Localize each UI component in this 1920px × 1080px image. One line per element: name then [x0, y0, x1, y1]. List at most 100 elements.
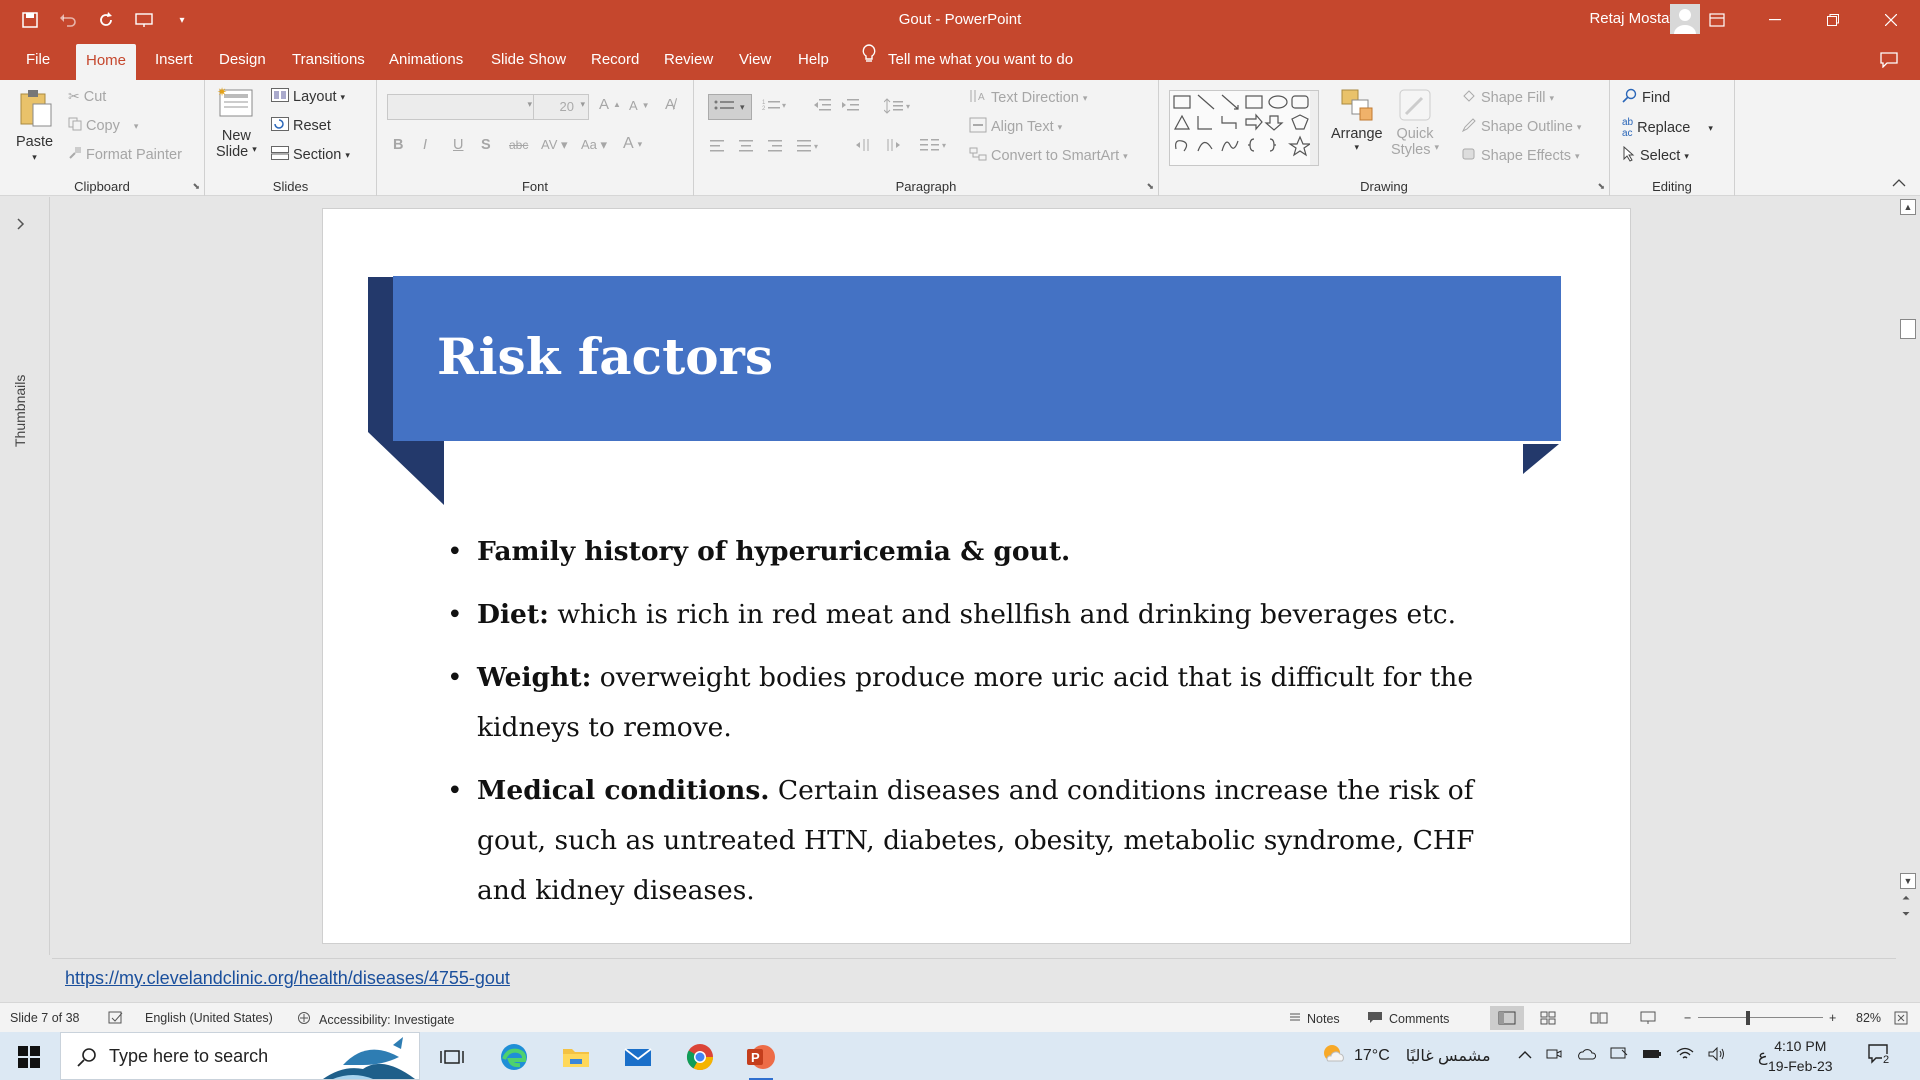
tab-help[interactable]: Help — [788, 40, 839, 80]
previous-slide-icon[interactable]: ⏶ — [1902, 893, 1910, 904]
scroll-up-button[interactable]: ▲ — [1900, 199, 1916, 215]
select-button[interactable]: Select ▾ — [1622, 145, 1689, 166]
bullets-button[interactable]: ▾ — [708, 94, 752, 120]
convert-smartart-button[interactable]: Convert to SmartArt ▾ — [969, 146, 1128, 166]
tab-record[interactable]: Record — [581, 40, 649, 80]
powerpoint-taskbar-icon[interactable]: P — [745, 1041, 777, 1080]
tab-insert[interactable]: Insert — [145, 40, 203, 80]
numbering-icon[interactable]: 1 2 ▾ — [762, 98, 788, 114]
dialog-launcher-icon[interactable]: ⬊ — [1597, 181, 1605, 192]
align-right-icon[interactable] — [768, 140, 784, 152]
font-color-icon[interactable]: A ▾ — [623, 135, 642, 153]
tab-design[interactable]: Design — [209, 40, 276, 80]
onedrive-cloud-icon[interactable] — [1576, 1047, 1597, 1066]
zoom-out-icon[interactable]: − — [1684, 1011, 1691, 1025]
fit-to-window-icon[interactable] — [1894, 1011, 1908, 1025]
shape-fill-button[interactable]: Shape Fill ▾ — [1461, 88, 1554, 108]
shape-effects-button[interactable]: Shape Effects ▾ — [1461, 146, 1580, 166]
input-language-indicator[interactable]: ع — [1758, 1046, 1768, 1066]
dialog-launcher-icon[interactable]: ⬊ — [1146, 181, 1154, 192]
shapes-gallery[interactable] — [1169, 90, 1319, 166]
zoom-slider-thumb[interactable] — [1746, 1011, 1750, 1025]
minimize-button[interactable] — [1746, 0, 1804, 40]
weather-widget[interactable]: 17°C مشمس غالبًا — [1320, 1032, 1491, 1080]
format-painter-button[interactable]: Format Painter — [68, 146, 182, 164]
reading-view-icon[interactable] — [1590, 1011, 1608, 1025]
increase-indent-icon[interactable] — [842, 98, 860, 112]
change-case-icon[interactable]: Aa ▾ — [581, 137, 607, 153]
expand-thumbnails-icon[interactable] — [17, 217, 25, 233]
collapse-ribbon-icon[interactable] — [1892, 176, 1906, 190]
comments-icon[interactable] — [1880, 52, 1898, 73]
wifi-icon[interactable] — [1676, 1047, 1694, 1066]
font-name-box[interactable]: ▾ — [387, 94, 537, 120]
left-to-right-icon[interactable] — [884, 138, 900, 152]
vertical-scrollbar[interactable]: ▲ ▼ ⏶ ⏷ — [1896, 197, 1920, 925]
tab-animations[interactable]: Animations — [379, 40, 473, 80]
tab-view[interactable]: View — [729, 40, 781, 80]
align-left-icon[interactable] — [710, 140, 726, 152]
strikethrough-icon[interactable]: abc — [509, 138, 528, 152]
task-view-icon[interactable] — [436, 1041, 468, 1073]
clear-formatting-icon[interactable]: A̸ — [665, 96, 675, 113]
tab-transitions[interactable]: Transitions — [282, 40, 375, 80]
battery-icon[interactable] — [1642, 1047, 1662, 1065]
align-center-icon[interactable] — [739, 140, 755, 152]
shape-outline-button[interactable]: Shape Outline ▾ — [1461, 117, 1581, 137]
zoom-slider[interactable] — [1698, 1017, 1823, 1018]
find-button[interactable]: Find — [1622, 88, 1670, 108]
windows-start-icon[interactable] — [18, 1046, 40, 1073]
bullet-list[interactable]: Family history of hyperuricemia & gout. … — [447, 527, 1503, 929]
network-status-icon[interactable] — [1610, 1047, 1628, 1066]
notes-pane[interactable]: https://my.clevelandclinic.org/health/di… — [52, 958, 1896, 1000]
tab-slide-show[interactable]: Slide Show — [481, 40, 576, 80]
section-button[interactable]: Section ▾ — [271, 146, 350, 164]
next-slide-icon[interactable]: ⏷ — [1902, 909, 1910, 920]
zoom-in-icon[interactable]: + — [1829, 1011, 1836, 1025]
notification-center-icon[interactable]: 2 — [1868, 1044, 1892, 1071]
slide-show-icon[interactable] — [1640, 1011, 1656, 1025]
bold-icon[interactable]: B — [393, 137, 403, 153]
meet-now-icon[interactable] — [1546, 1047, 1562, 1066]
system-clock[interactable]: 4:10 PM 19-Feb-23 — [1768, 1036, 1833, 1076]
align-text-button[interactable]: Align Text ▾ — [969, 117, 1062, 137]
tell-me-search[interactable]: Tell me what you want to do — [862, 40, 1073, 80]
new-slide-button[interactable]: ✷ New Slide ▾ — [216, 85, 257, 160]
layout-button[interactable]: Layout ▾ — [271, 88, 345, 106]
chrome-icon[interactable] — [684, 1041, 716, 1073]
text-direction-button[interactable]: A Text Direction ▾ — [969, 88, 1087, 108]
notes-link[interactable]: https://my.clevelandclinic.org/health/di… — [65, 968, 510, 989]
zoom-level[interactable]: 82% — [1856, 1011, 1881, 1025]
arrange-button[interactable]: Arrange ▾ — [1331, 88, 1383, 153]
line-spacing-icon[interactable]: ▾ — [884, 98, 914, 114]
file-explorer-icon[interactable] — [560, 1041, 592, 1073]
user-name[interactable]: Retaj Mostafa — [1589, 10, 1682, 27]
decrease-font-size-icon[interactable]: A ▼ — [629, 98, 650, 113]
volume-icon[interactable] — [1708, 1046, 1726, 1066]
thumbnails-pane[interactable]: Thumbnails — [0, 197, 50, 955]
accessibility-checker[interactable]: Accessibility: Investigate — [297, 1011, 454, 1028]
justify-icon[interactable]: ▾ — [797, 140, 823, 152]
tab-review[interactable]: Review — [654, 40, 723, 80]
quick-styles-button[interactable]: Quick Styles ▾ — [1391, 88, 1439, 158]
right-to-left-icon[interactable] — [856, 138, 872, 152]
chevron-up-icon[interactable] — [1518, 1047, 1532, 1065]
columns-icon[interactable]: ▾ — [920, 138, 950, 152]
mail-icon[interactable] — [622, 1041, 654, 1073]
tab-home[interactable]: Home — [76, 44, 137, 80]
language-indicator[interactable]: English (United States) — [145, 1011, 273, 1025]
taskbar-search[interactable]: Type here to search — [60, 1032, 420, 1080]
scroll-down-button[interactable]: ▼ — [1900, 873, 1916, 889]
spell-check-icon[interactable] — [108, 1011, 124, 1025]
ribbon-display-options-icon[interactable] — [1688, 0, 1746, 40]
slide-sorter-icon[interactable] — [1540, 1011, 1556, 1025]
character-spacing-icon[interactable]: AV ▾ — [541, 137, 568, 153]
comments-toggle[interactable]: Comments — [1367, 1011, 1449, 1027]
replace-button[interactable]: ab ac Replace ▾ — [1622, 117, 1713, 139]
normal-view-icon[interactable] — [1490, 1006, 1524, 1030]
restore-button[interactable] — [1804, 0, 1862, 40]
close-button[interactable] — [1862, 0, 1920, 40]
shadow-icon[interactable]: S — [481, 137, 491, 153]
notes-toggle[interactable]: Notes — [1289, 1011, 1340, 1026]
reset-button[interactable]: Reset — [271, 117, 331, 135]
